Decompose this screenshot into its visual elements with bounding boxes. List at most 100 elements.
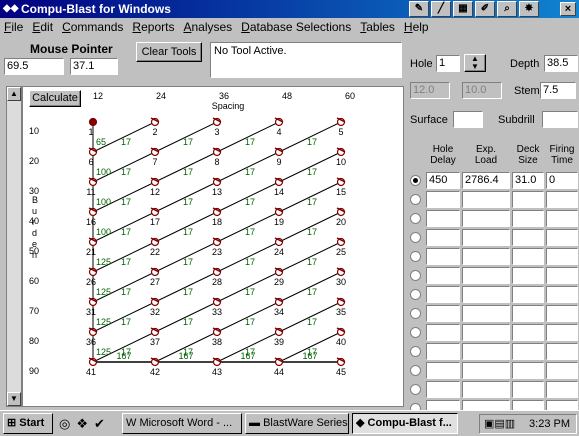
grid-icon[interactable]: ▦ xyxy=(453,1,473,17)
cell-delay[interactable] xyxy=(426,286,460,303)
cell-time[interactable] xyxy=(546,286,578,303)
cell-load[interactable] xyxy=(462,248,510,265)
desktop-icon[interactable]: ❖ xyxy=(76,416,88,432)
scroll-up-icon[interactable]: ▲ xyxy=(7,87,21,101)
menu-edit[interactable]: Edit xyxy=(32,20,53,34)
row-select-radio[interactable] xyxy=(410,232,421,243)
row-select-radio[interactable] xyxy=(410,251,421,262)
hole-number: 37 xyxy=(150,337,160,347)
cell-deck[interactable] xyxy=(512,343,544,360)
cell-delay[interactable] xyxy=(426,362,460,379)
row-select-radio[interactable] xyxy=(410,346,421,357)
cell-deck[interactable] xyxy=(512,362,544,379)
surface-field[interactable] xyxy=(453,111,483,128)
cell-delay[interactable] xyxy=(426,248,460,265)
hole-field[interactable]: 1 xyxy=(436,55,460,72)
cell-time[interactable] xyxy=(546,324,578,341)
blast-icon[interactable]: ✸ xyxy=(519,1,539,17)
cell-deck[interactable] xyxy=(512,286,544,303)
cell-deck[interactable] xyxy=(512,381,544,398)
cell-load[interactable]: 2786.4 xyxy=(462,172,510,189)
cell-time[interactable] xyxy=(546,267,578,284)
menu-commands[interactable]: Commands xyxy=(62,20,123,34)
tray-icons[interactable]: ▣▤▥ xyxy=(484,415,515,433)
cell-load[interactable] xyxy=(462,267,510,284)
cell-delay[interactable]: 450 xyxy=(426,172,460,189)
stem-field[interactable]: 7.5 xyxy=(540,82,576,99)
row-select-radio[interactable] xyxy=(410,270,421,281)
cell-delay[interactable] xyxy=(426,343,460,360)
cell-delay[interactable] xyxy=(426,324,460,341)
row-select-radio[interactable] xyxy=(410,194,421,205)
row-select-radio[interactable] xyxy=(410,308,421,319)
hole-spinner-icon[interactable]: ▲ ▼ xyxy=(464,54,486,72)
cell-delay[interactable] xyxy=(426,191,460,208)
menu-tables[interactable]: Tables xyxy=(360,20,395,34)
cell-delay[interactable] xyxy=(426,229,460,246)
row-select-radio[interactable] xyxy=(410,365,421,376)
cell-deck[interactable] xyxy=(512,267,544,284)
row-select-radio[interactable] xyxy=(410,327,421,338)
hole-number: 9 xyxy=(276,157,281,167)
cell-delay[interactable] xyxy=(426,210,460,227)
menu-reports[interactable]: Reports xyxy=(132,20,174,34)
cell-time[interactable] xyxy=(546,229,578,246)
cell-load[interactable] xyxy=(462,286,510,303)
app-icon[interactable]: ◆◆ xyxy=(3,3,18,15)
menu-file[interactable]: File xyxy=(4,20,23,34)
cell-load[interactable] xyxy=(462,324,510,341)
pencil-icon[interactable]: ✐ xyxy=(475,1,495,17)
row-select-radio[interactable] xyxy=(410,289,421,300)
task-compublast-label: Compu-Blast f... xyxy=(367,417,452,429)
cell-load[interactable] xyxy=(462,210,510,227)
start-button[interactable]: ⊞ Start xyxy=(3,413,53,434)
cell-delay[interactable] xyxy=(426,267,460,284)
cell-time[interactable] xyxy=(546,305,578,322)
cell-time[interactable] xyxy=(546,248,578,265)
depth-field[interactable]: 38.5 xyxy=(544,55,578,72)
cell-load[interactable] xyxy=(462,305,510,322)
cell-load[interactable] xyxy=(462,381,510,398)
cell-deck[interactable] xyxy=(512,305,544,322)
clear-tools-button[interactable]: Clear Tools xyxy=(136,42,202,62)
cell-load[interactable] xyxy=(462,343,510,360)
scroll-down-icon[interactable]: ▼ xyxy=(7,392,21,406)
menu-database-selections[interactable]: Database Selections xyxy=(241,20,351,34)
row-select-radio[interactable] xyxy=(410,213,421,224)
task-word[interactable]: W Microsoft Word - ... xyxy=(122,413,242,434)
cell-time[interactable] xyxy=(546,191,578,208)
row-delay-label: 17 xyxy=(245,257,255,267)
cell-deck[interactable] xyxy=(512,210,544,227)
cell-load[interactable] xyxy=(462,229,510,246)
row-select-radio[interactable] xyxy=(410,175,421,186)
subdrill-field[interactable] xyxy=(542,111,578,128)
chart-icon[interactable]: ╱ xyxy=(431,1,451,17)
cell-load[interactable] xyxy=(462,362,510,379)
cell-deck[interactable]: 31.0 xyxy=(512,172,544,189)
blast-pattern-canvas[interactable]: Calculate 12 24 36 48 60 Spacing 10 20 30 40 50 60 7… xyxy=(22,86,404,407)
channel-icon[interactable]: ✔ xyxy=(94,416,105,432)
cell-time[interactable] xyxy=(546,362,578,379)
cell-load[interactable] xyxy=(462,191,510,208)
cell-delay[interactable] xyxy=(426,305,460,322)
cell-time[interactable]: 0 xyxy=(546,172,578,189)
cell-deck[interactable] xyxy=(512,191,544,208)
cell-time[interactable] xyxy=(546,210,578,227)
browser-icon[interactable]: ◎ xyxy=(59,416,70,432)
vertical-scrollbar[interactable]: ▲ ▼ xyxy=(6,86,22,407)
task-blastware[interactable]: ▬ BlastWare Series ... xyxy=(245,413,349,434)
menu-analyses[interactable]: Analyses xyxy=(183,20,232,34)
cell-time[interactable] xyxy=(546,343,578,360)
zoom-icon[interactable]: ⌕ xyxy=(497,1,517,17)
row-select-radio[interactable] xyxy=(410,384,421,395)
cell-deck[interactable] xyxy=(512,248,544,265)
close-button[interactable]: × xyxy=(560,2,576,16)
cell-time[interactable] xyxy=(546,381,578,398)
cell-deck[interactable] xyxy=(512,324,544,341)
calculate-button[interactable]: Calculate xyxy=(29,90,81,107)
edit-icon[interactable]: ✎ xyxy=(409,1,429,17)
task-compublast[interactable]: ◆ Compu-Blast f... xyxy=(352,413,458,434)
menu-help[interactable]: Help xyxy=(404,20,429,34)
cell-delay[interactable] xyxy=(426,381,460,398)
cell-deck[interactable] xyxy=(512,229,544,246)
